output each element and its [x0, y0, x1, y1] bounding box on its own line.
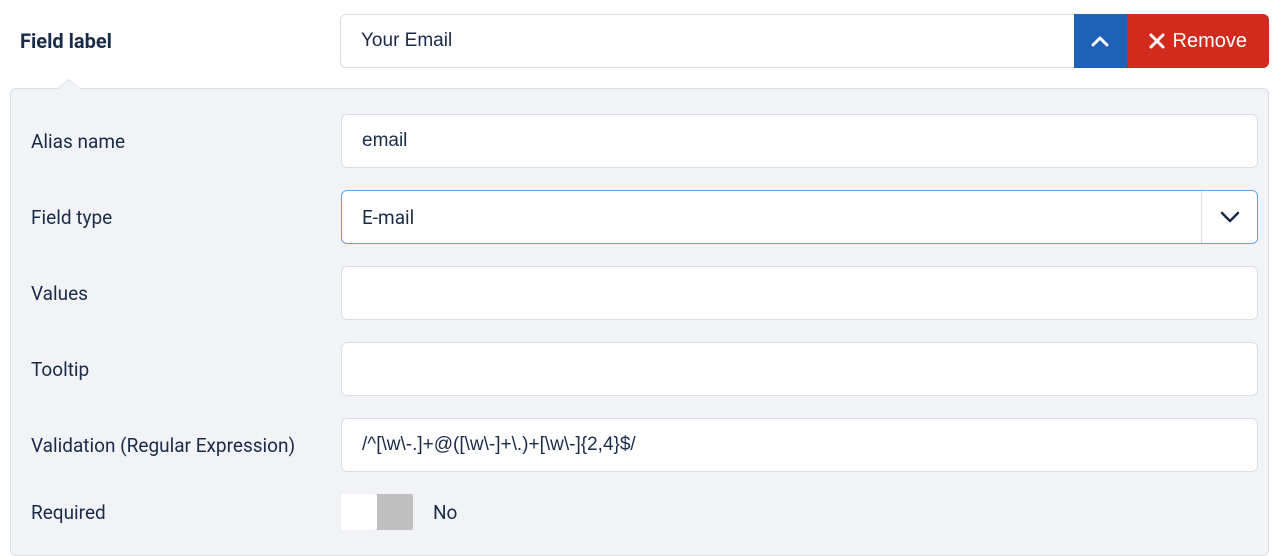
remove-button[interactable]: Remove: [1127, 14, 1269, 68]
field-type-row: Field type E-mail: [21, 179, 1258, 255]
required-toggle[interactable]: [341, 494, 413, 530]
values-row: Values: [21, 255, 1258, 331]
values-label: Values: [21, 282, 341, 305]
tooltip-label: Tooltip: [21, 358, 341, 381]
field-type-selected-value: E-mail: [342, 191, 1201, 243]
close-icon: [1149, 33, 1165, 49]
alias-input[interactable]: [341, 114, 1258, 168]
required-toggle-group: No: [341, 494, 457, 530]
required-label: Required: [21, 501, 341, 524]
field-label-input-group: Remove: [340, 14, 1269, 68]
chevron-up-icon: [1091, 36, 1109, 47]
field-type-dropdown-toggle[interactable]: [1201, 191, 1257, 243]
field-type-label: Field type: [21, 206, 341, 229]
panel-arrow-indicator: [57, 79, 81, 89]
field-type-select[interactable]: E-mail: [341, 190, 1258, 244]
collapse-button[interactable]: [1074, 14, 1127, 68]
field-label-heading: Field label: [20, 29, 340, 53]
field-settings-panel: Alias name Field type E-mail Values Tool…: [10, 88, 1269, 556]
toggle-knob: [341, 494, 377, 530]
chevron-down-icon: [1220, 211, 1240, 223]
values-input[interactable]: [341, 266, 1258, 320]
field-header-row: Field label Remove: [0, 0, 1279, 88]
required-row: Required No: [21, 483, 1258, 541]
validation-input[interactable]: [341, 418, 1258, 472]
validation-row: Validation (Regular Expression): [21, 407, 1258, 483]
field-label-input[interactable]: [340, 14, 1074, 68]
tooltip-row: Tooltip: [21, 331, 1258, 407]
alias-row: Alias name: [21, 103, 1258, 179]
required-state-label: No: [433, 501, 457, 524]
validation-label: Validation (Regular Expression): [21, 434, 341, 457]
remove-button-label: Remove: [1173, 30, 1247, 53]
tooltip-input[interactable]: [341, 342, 1258, 396]
alias-label: Alias name: [21, 130, 341, 153]
